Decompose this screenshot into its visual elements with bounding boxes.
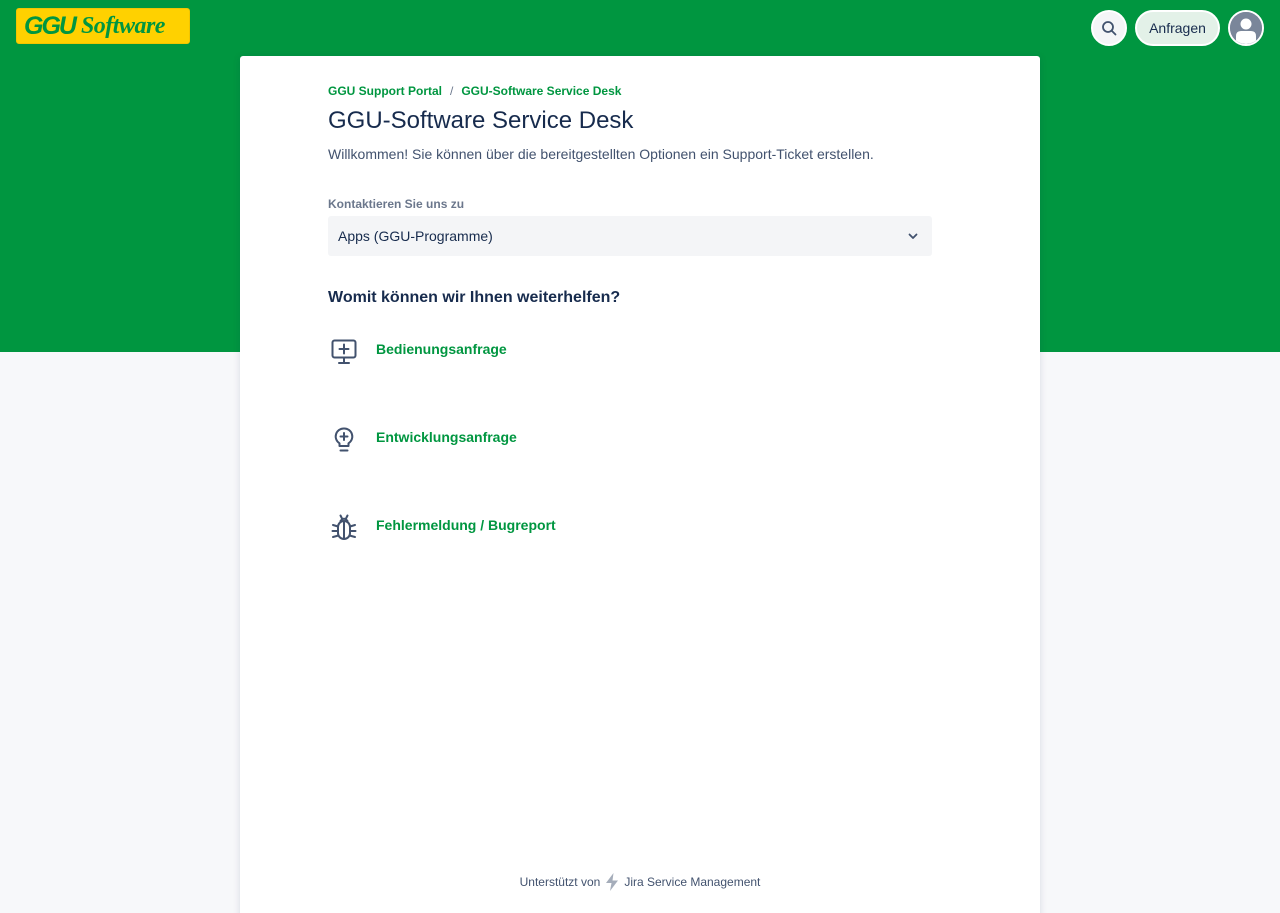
chevron-down-icon (908, 233, 918, 239)
welcome-text: Willkommen! Sie können über die bereitge… (328, 146, 874, 162)
service-desk-card: GGU Support Portal / GGU-Software Servic… (240, 56, 1040, 913)
bug-icon (331, 514, 357, 540)
contact-select-value: Apps (GGU-Programme) (338, 228, 493, 244)
contact-select[interactable]: Apps (GGU-Programme) (328, 216, 932, 256)
requests-button[interactable]: Anfragen (1135, 10, 1220, 46)
breadcrumb-service-desk[interactable]: GGU-Software Service Desk (461, 84, 621, 98)
search-icon (1102, 21, 1117, 36)
request-type-entwicklungsanfrage[interactable]: Entwicklungsanfrage (328, 424, 932, 464)
logo-software-text: Software (80, 12, 166, 39)
logo-ggu-text: GGU (24, 11, 77, 40)
footer-product-link[interactable]: Jira Service Management (624, 875, 760, 889)
breadcrumb-support-portal[interactable]: GGU Support Portal (328, 84, 442, 98)
lightbulb-icon (334, 427, 354, 452)
page-title: GGU-Software Service Desk (328, 107, 634, 134)
request-type-fehlermeldung[interactable]: Fehlermeldung / Bugreport (328, 512, 932, 552)
user-icon (1230, 12, 1262, 44)
breadcrumb-separator: / (450, 84, 454, 98)
search-button[interactable] (1091, 10, 1127, 46)
help-heading: Womit können wir Ihnen weiterhelfen? (328, 289, 621, 306)
footer: Unterstützt von Jira Service Management (240, 872, 1040, 892)
ggu-software-logo[interactable]: GGU Software (16, 8, 190, 44)
request-type-label: Entwicklungsanfrage (376, 429, 517, 445)
jira-service-management-icon (606, 873, 619, 891)
request-type-label: Fehlermeldung / Bugreport (376, 517, 556, 533)
monitor-plus-icon (331, 339, 357, 364)
user-avatar[interactable] (1228, 10, 1264, 46)
footer-prefix: Unterstützt von (519, 875, 601, 889)
contact-select-label: Kontaktieren Sie uns zu (328, 197, 465, 211)
breadcrumb: GGU Support Portal / GGU-Software Servic… (328, 84, 621, 98)
request-type-label: Bedienungsanfrage (376, 341, 507, 357)
request-type-bedienungsanfrage[interactable]: Bedienungsanfrage (328, 336, 932, 376)
